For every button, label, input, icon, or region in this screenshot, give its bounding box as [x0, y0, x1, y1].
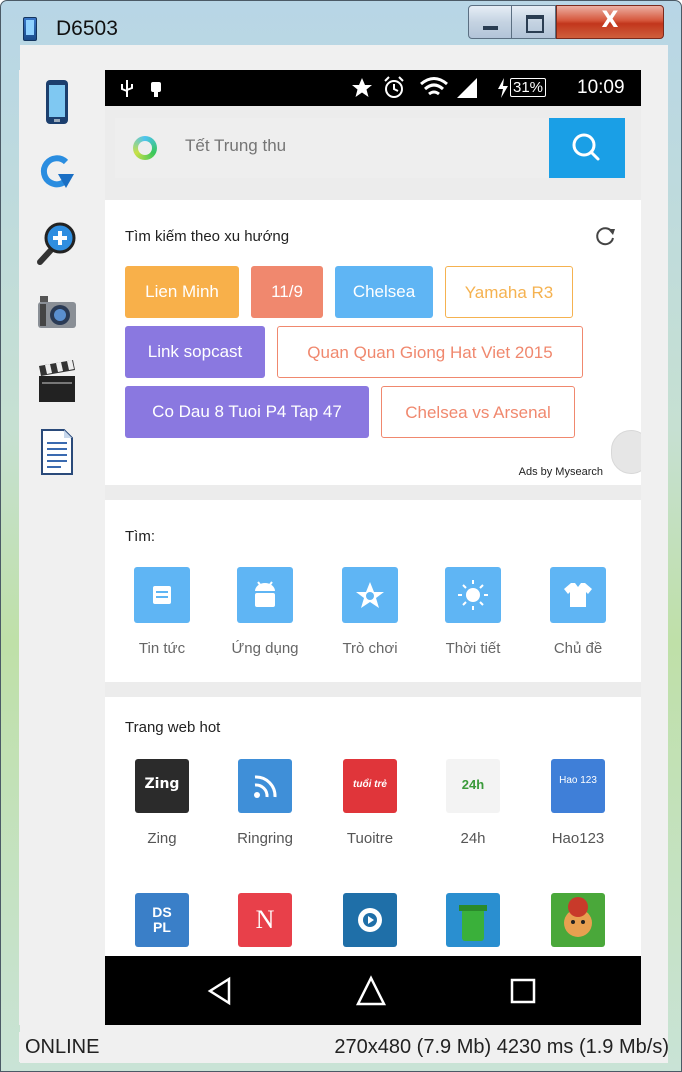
- alarm-icon: [384, 76, 404, 98]
- category-themes[interactable]: Chủ đề: [533, 567, 623, 657]
- search-button[interactable]: [549, 118, 625, 178]
- n-logo-icon: N: [238, 893, 292, 947]
- category-games[interactable]: Trò chơi: [325, 567, 415, 657]
- rotate-icon[interactable]: [36, 148, 78, 196]
- mysearch-logo-icon: [133, 136, 157, 160]
- signal-icon: [457, 78, 477, 98]
- window-title: D6503: [56, 17, 118, 40]
- search-bar[interactable]: [115, 118, 625, 178]
- site-hao123[interactable]: Hao 123 Hao123: [533, 759, 623, 847]
- site-label: Tuoitre: [346, 830, 394, 847]
- trending-card: Tìm kiếm theo xu hướng Lien Minh 11/9 Ch…: [105, 200, 641, 485]
- trend-tag[interactable]: Yamaha R3: [445, 266, 573, 318]
- usb-icon: [121, 80, 133, 97]
- category-label: Chủ đề: [553, 640, 603, 657]
- emulator-status-bar: ONLINE 270x480 (7.9 Mb) 4230 ms (1.9 Mb/…: [19, 1032, 669, 1062]
- trend-tag[interactable]: Lien Minh: [125, 266, 239, 318]
- site-label: 24h: [460, 830, 486, 847]
- find-title: Tìm:: [125, 528, 155, 545]
- trend-tag[interactable]: Co Dau 8 Tuoi P4 Tap 47: [125, 386, 369, 438]
- site-24h[interactable]: 24h 24h: [428, 759, 518, 847]
- stream-info: 270x480 (7.9 Mb) 4230 ms (1.9 Mb/s): [334, 1036, 669, 1058]
- hot-sites-title: Trang web hot: [125, 719, 221, 736]
- category-news[interactable]: Tin tức: [117, 567, 207, 657]
- game-icon: [342, 567, 398, 623]
- category-label: Ứng dụng: [231, 640, 299, 657]
- title-bar[interactable]: D6503 X: [1, 1, 681, 45]
- category-label: Thời tiết: [445, 640, 501, 657]
- trend-tag[interactable]: Quan Quan Giong Hat Viet 2015: [277, 326, 583, 378]
- connection-status: ONLINE: [25, 1036, 100, 1058]
- site-music[interactable]: [325, 893, 415, 947]
- document-icon[interactable]: [36, 428, 78, 476]
- trend-tag[interactable]: Chelsea vs Arsenal: [381, 386, 575, 438]
- category-label: Trò chơi: [342, 640, 398, 657]
- android-status-bar: 31% 10:09: [105, 70, 641, 106]
- android-debug-icon: [151, 82, 161, 97]
- recents-icon[interactable]: [509, 977, 537, 1005]
- wifi-icon: [420, 77, 448, 96]
- trending-title: Tìm kiếm theo xu hướng: [125, 228, 290, 245]
- tuoitre-logo-icon: tuổi trẻ: [343, 759, 397, 813]
- category-apps[interactable]: Ứng dụng: [220, 567, 310, 657]
- dspl-logo-icon: DS PL: [135, 893, 189, 947]
- tool-sidebar: [19, 70, 79, 1025]
- site-ringring[interactable]: Ringring: [220, 759, 310, 847]
- zoom-in-icon[interactable]: [36, 218, 78, 266]
- floating-handle[interactable]: [611, 430, 641, 474]
- clapperboard-icon[interactable]: [36, 358, 78, 406]
- site-label: Zing: [147, 830, 177, 847]
- sun-icon: [445, 567, 501, 623]
- phone-icon[interactable]: [36, 78, 78, 126]
- search-input[interactable]: [185, 136, 515, 156]
- refresh-icon[interactable]: [593, 223, 617, 247]
- phone-app-icon: [23, 17, 37, 41]
- clock: 10:09: [577, 77, 625, 98]
- camera-icon[interactable]: [36, 288, 78, 336]
- search-icon: [572, 133, 600, 161]
- music-logo-icon: [343, 893, 397, 947]
- android-icon: [237, 567, 293, 623]
- charging-icon: [498, 78, 508, 98]
- star-icon: [352, 78, 372, 97]
- minimize-button[interactable]: [468, 5, 512, 39]
- hot-sites-card: Trang web hot Zing Zing Ringring tuổi tr…: [105, 697, 641, 956]
- zing-logo-icon: Zing: [135, 759, 189, 813]
- game-character-icon: [551, 893, 605, 947]
- rss-icon: [238, 759, 292, 813]
- site-zing[interactable]: Zing Zing: [117, 759, 207, 847]
- home-icon[interactable]: [355, 975, 387, 1007]
- site-dspl[interactable]: DS PL: [117, 893, 207, 947]
- tshirt-icon: [550, 567, 606, 623]
- android-nav-bar: [105, 956, 641, 1025]
- trash-can-icon: [446, 893, 500, 947]
- close-icon: X: [601, 8, 619, 33]
- site-tuoitre[interactable]: tuổi trẻ Tuoitre: [325, 759, 415, 847]
- trend-tag[interactable]: Link sopcast: [125, 326, 265, 378]
- news-icon: [134, 567, 190, 623]
- close-button[interactable]: X: [556, 5, 664, 39]
- battery-percent: 31%: [510, 78, 547, 97]
- ads-label: Ads by Mysearch: [518, 466, 603, 478]
- site-game-character[interactable]: [533, 893, 623, 947]
- hao123-logo-icon: Hao 123: [551, 759, 605, 813]
- 24h-logo-icon: 24h: [446, 759, 500, 813]
- trend-tag[interactable]: Chelsea: [335, 266, 433, 318]
- back-icon[interactable]: [205, 976, 235, 1006]
- site-trash[interactable]: [428, 893, 518, 947]
- phone-screen: 31% 10:09 Tìm kiếm theo xu hướng Lien Mi…: [105, 70, 641, 1025]
- category-weather[interactable]: Thời tiết: [428, 567, 518, 657]
- trend-tag[interactable]: 11/9: [251, 266, 323, 318]
- site-label: Ringring: [237, 830, 293, 847]
- category-label: Tin tức: [138, 640, 186, 657]
- maximize-button[interactable]: [512, 5, 556, 39]
- site-label: Hao123: [551, 830, 605, 847]
- find-card: Tìm: Tin tức Ứng dụng Trò chơi Thời tiết: [105, 500, 641, 682]
- site-n[interactable]: N: [220, 893, 310, 947]
